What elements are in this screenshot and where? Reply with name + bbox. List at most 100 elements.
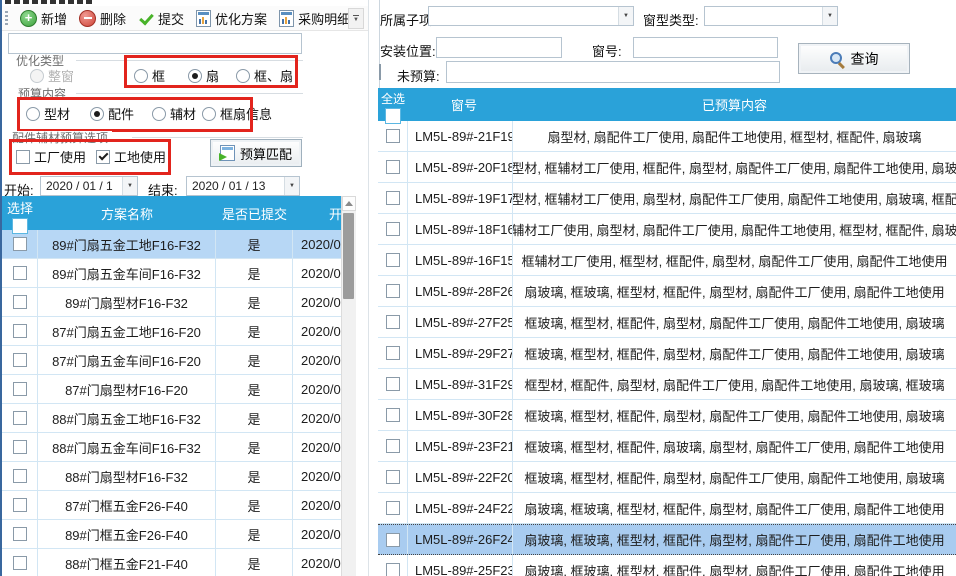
row-checkbox[interactable] — [13, 440, 27, 454]
plan-table-row[interactable]: 89#门扇五金工地F16-F32是2020/0 — [2, 230, 356, 259]
row-checkbox[interactable] — [13, 556, 27, 570]
budget-match-button[interactable]: 预算匹配 — [210, 139, 302, 167]
window-table-row[interactable]: LM5L-89#-30F28框玻璃, 框型材, 框配件, 扇型材, 扇配件工厂使… — [378, 400, 956, 431]
toolbar-button[interactable]: 新增 — [14, 7, 73, 30]
window-table-row[interactable]: LM5L-89#-20F18框型材, 框辅材工厂使用, 框配件, 扇型材, 扇配… — [378, 152, 956, 183]
row-checkbox[interactable] — [386, 253, 400, 267]
toolbar-button[interactable]: 删除 — [73, 7, 132, 30]
plan-table-row[interactable]: 89#门扇五金车间F16-F32是2020/0 — [2, 259, 356, 288]
plan-table-row[interactable]: 87#门框五金F26-F40是2020/0 — [2, 491, 356, 520]
plan-submitted-column-header: 是否已提交 — [216, 196, 293, 230]
window-table-row[interactable]: LM5L-89#-21F19扇型材, 扇配件工厂使用, 扇配件工地使用, 框型材… — [378, 121, 956, 152]
window-table-body: LM5L-89#-21F19扇型材, 扇配件工厂使用, 扇配件工地使用, 框型材… — [378, 121, 956, 576]
row-checkbox[interactable] — [13, 353, 27, 367]
scrollbar-thumb[interactable] — [343, 213, 354, 299]
radio-option[interactable]: 框 — [134, 66, 165, 85]
row-checkbox[interactable] — [386, 222, 400, 236]
select-all-checkbox[interactable] — [386, 109, 400, 123]
row-checkbox[interactable] — [13, 237, 27, 251]
chevron-down-icon[interactable]: ▼ — [822, 7, 837, 25]
window-table-row[interactable]: LM5L-89#-22F20框玻璃, 框型材, 框配件, 扇型材, 扇配件工厂使… — [378, 462, 956, 493]
start-date-picker[interactable]: 2020 / 01 / 1 ▼ — [40, 176, 138, 196]
row-checkbox[interactable] — [13, 527, 27, 541]
radio-option[interactable]: 配件 — [90, 104, 134, 123]
budgeted-content-cell: 框玻璃, 框型材, 框配件, 扇型材, 扇配件工厂使用, 扇配件工地使用, 扇玻… — [513, 307, 956, 337]
plan-name-cell: 88#门扇五金车间F16-F32 — [38, 433, 216, 461]
toolbar-grip-icon[interactable] — [5, 11, 8, 26]
toolbar-button[interactable]: 提交 — [132, 7, 190, 30]
plan-table-row[interactable]: 87#门扇五金车间F16-F20是2020/0 — [2, 346, 356, 375]
scroll-up-button[interactable] — [342, 196, 356, 211]
row-checkbox[interactable] — [386, 129, 400, 143]
window-table-row[interactable]: LM5L-89#-25F23扇玻璃, 框玻璃, 框型材, 框配件, 扇型材, 扇… — [378, 555, 956, 576]
plan-table-row[interactable]: 88#门扇型材F16-F32是2020/0 — [2, 462, 356, 491]
row-checkbox[interactable] — [386, 439, 400, 453]
plan-table-row[interactable]: 88#门扇五金工地F16-F32是2020/0 — [2, 404, 356, 433]
row-checkbox[interactable] — [386, 563, 400, 576]
plan-table-row[interactable]: 89#门框五金F26-F40是2020/0 — [2, 520, 356, 549]
plan-table-scrollbar[interactable] — [341, 196, 356, 576]
window-table-row[interactable]: LM5L-89#-23F21框玻璃, 框型材, 框配件, 扇玻璃, 扇型材, 扇… — [378, 431, 956, 462]
no-budget-input[interactable] — [446, 61, 780, 83]
budgeted-content-cell: 框型材, 框辅材工厂使用, 扇型材, 扇配件工厂使用, 扇配件工地使用, 扇玻璃… — [513, 183, 956, 213]
window-table-row[interactable]: LM5L-89#-27F25框玻璃, 框型材, 框配件, 扇型材, 扇配件工厂使… — [378, 307, 956, 338]
chevron-down-icon[interactable]: ▼ — [618, 7, 633, 25]
radio-option[interactable]: 扇 — [188, 66, 219, 85]
row-checkbox[interactable] — [386, 377, 400, 391]
row-checkbox[interactable] — [13, 266, 27, 280]
row-checkbox[interactable] — [386, 533, 400, 547]
end-date-picker[interactable]: 2020 / 01 / 13 ▼ — [186, 176, 300, 196]
row-checkbox[interactable] — [386, 408, 400, 422]
row-checkbox[interactable] — [13, 411, 27, 425]
window-table-row[interactable]: LM5L-89#-28F26扇玻璃, 框玻璃, 框型材, 框配件, 扇型材, 扇… — [378, 276, 956, 307]
row-checkbox[interactable] — [386, 315, 400, 329]
plan-table-row[interactable]: 87#门扇型材F16-F20是2020/0 — [2, 375, 356, 404]
plan-table-row[interactable]: 88#门扇五金车间F16-F32是2020/0 — [2, 433, 356, 462]
window-table-row[interactable]: LM5L-89#-29F27框玻璃, 框型材, 框配件, 扇型材, 扇配件工厂使… — [378, 338, 956, 369]
window-no-cell: LM5L-89#-19F17 — [408, 183, 513, 213]
window-no-cell: LM5L-89#-20F18 — [408, 152, 513, 182]
row-checkbox[interactable] — [386, 501, 400, 515]
install-position-input[interactable] — [436, 37, 562, 58]
row-checkbox[interactable] — [13, 469, 27, 483]
row-checkbox[interactable] — [386, 160, 400, 174]
row-checkbox[interactable] — [386, 346, 400, 360]
radio-option[interactable]: 框扇信息 — [202, 104, 272, 123]
window-type-select[interactable]: ▼ — [704, 6, 838, 26]
window-table-row[interactable]: LM5L-89#-16F15框辅材工厂使用, 框型材, 框配件, 扇型材, 扇配… — [378, 245, 956, 276]
radio-option[interactable]: 辅材 — [152, 104, 196, 123]
row-checkbox[interactable] — [386, 191, 400, 205]
plan-table-header: 选择 方案名称 是否已提交 开始 — [2, 196, 356, 230]
row-checkbox[interactable] — [386, 284, 400, 298]
select-all-checkbox[interactable] — [13, 219, 27, 233]
window-no-cell: LM5L-89#-16F15 — [408, 245, 513, 275]
row-checkbox[interactable] — [386, 470, 400, 484]
plan-filter-input[interactable] — [8, 33, 302, 54]
chevron-down-icon[interactable]: ▼ — [284, 177, 299, 195]
row-checkbox[interactable] — [13, 295, 27, 309]
row-checkbox[interactable] — [13, 324, 27, 338]
sub-item-select[interactable]: ▼ — [428, 6, 634, 26]
checkbox-option[interactable]: 工地使用 — [96, 147, 166, 166]
checkbox-option[interactable]: 工厂使用 — [16, 147, 86, 166]
budgeted-content-cell: 扇玻璃, 框玻璃, 框型材, 框配件, 扇型材, 扇配件工厂使用, 扇配件工地使… — [513, 493, 956, 523]
window-table-row[interactable]: LM5L-89#-18F16框辅材工厂使用, 扇型材, 扇配件工厂使用, 扇配件… — [378, 214, 956, 245]
plan-table-row[interactable]: 87#门扇五金工地F16-F20是2020/0 — [2, 317, 356, 346]
window-no-input[interactable] — [633, 37, 778, 58]
row-checkbox[interactable] — [13, 382, 27, 396]
chevron-down-icon[interactable]: ▼ — [122, 177, 137, 195]
window-table-row[interactable]: LM5L-89#-26F24扇玻璃, 框玻璃, 框型材, 框配件, 扇型材, 扇… — [378, 524, 956, 555]
radio-option[interactable]: 型材 — [26, 104, 70, 123]
radio-option[interactable]: 框、扇 — [236, 66, 293, 85]
window-table-row[interactable]: LM5L-89#-19F17框型材, 框辅材工厂使用, 扇型材, 扇配件工厂使用… — [378, 183, 956, 214]
row-checkbox[interactable] — [13, 498, 27, 512]
toolbar-button[interactable]: 优化方案 — [190, 7, 273, 30]
window-table-row[interactable]: LM5L-89#-24F22扇玻璃, 框玻璃, 框型材, 框配件, 扇型材, 扇… — [378, 493, 956, 524]
plan-table-row[interactable]: 88#门框五金F21-F40是2020/0 — [2, 549, 356, 576]
radio-icon — [152, 107, 166, 121]
plan-table-row[interactable]: 89#门扇型材F16-F32是2020/0 — [2, 288, 356, 317]
toolbar-overflow-button[interactable]: ▼ — [348, 8, 364, 29]
no-budget-checkbox[interactable] — [379, 64, 381, 80]
query-button[interactable]: 查询 — [798, 43, 910, 74]
window-table-row[interactable]: LM5L-89#-31F29框型材, 框配件, 扇型材, 扇配件工厂使用, 扇配… — [378, 369, 956, 400]
